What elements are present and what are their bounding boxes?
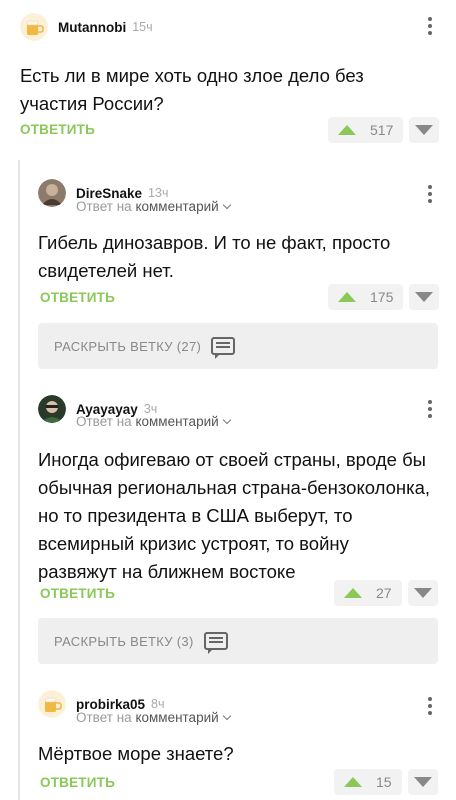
- downvote-button[interactable]: [407, 580, 438, 606]
- arrow-down-icon: [415, 292, 434, 302]
- comment-text-line: всемирный кризис устроят, то войну: [38, 533, 349, 554]
- downvote-button[interactable]: [409, 284, 440, 310]
- vote-count: 27: [376, 585, 392, 601]
- expand-thread-label: РАСКРЫТЬ ВЕТКУ (27): [54, 338, 202, 354]
- vote-widget: 27: [334, 580, 438, 606]
- vote-widget: 15: [334, 769, 438, 795]
- reply-to-target[interactable]: комментарий: [135, 414, 218, 429]
- vote-count: 15: [376, 774, 392, 790]
- comment-text-line: но то президента в США выберут, то: [38, 505, 353, 526]
- comment-text-line: участия России?: [20, 93, 164, 114]
- comment-header: Mutannobi 15ч: [20, 13, 153, 41]
- username[interactable]: Mutannobi: [58, 20, 126, 35]
- reply-button[interactable]: ОТВЕТИТЬ: [40, 290, 115, 305]
- more-options-icon[interactable]: [420, 397, 440, 421]
- upvote-button[interactable]: 15: [334, 769, 402, 795]
- user-photo-icon[interactable]: [38, 179, 66, 207]
- comment-text-line: обычная региональная страна-бензоколонка…: [38, 477, 431, 498]
- reply-button[interactable]: ОТВЕТИТЬ: [40, 775, 115, 790]
- user-photo-icon[interactable]: [38, 395, 66, 423]
- expand-thread-button[interactable]: РАСКРЫТЬ ВЕТКУ (3): [38, 618, 438, 664]
- reply-to-info[interactable]: Ответ на комментарий: [76, 414, 231, 429]
- vote-widget: 175: [328, 284, 440, 310]
- vote-count: 175: [370, 289, 394, 305]
- upvote-button[interactable]: 517: [328, 117, 404, 143]
- vote-widget: 517: [328, 117, 440, 143]
- upvote-button[interactable]: 175: [328, 284, 404, 310]
- more-options-icon[interactable]: [420, 14, 440, 38]
- comment-text-line: свидетелей нет.: [38, 260, 174, 281]
- beer-mug-icon[interactable]: [38, 690, 66, 718]
- vote-count: 517: [370, 122, 394, 138]
- reply-to-target[interactable]: комментарий: [135, 710, 218, 725]
- comment-text: Есть ли в мире хоть одно злое дело без у…: [20, 62, 440, 118]
- upvote-button[interactable]: 27: [334, 580, 402, 606]
- comment-text: Иногда офигеваю от своей страны, вроде б…: [38, 446, 448, 586]
- timestamp: 8ч: [151, 697, 165, 711]
- comment-text: Гибель динозавров. И то не факт, просто …: [38, 229, 448, 285]
- downvote-button[interactable]: [409, 117, 440, 143]
- comment-bubble-icon: [203, 632, 228, 654]
- arrow-down-icon: [413, 588, 432, 598]
- reply-to-prefix: Ответ на: [76, 710, 132, 725]
- more-options-icon[interactable]: [420, 694, 440, 718]
- reply-button[interactable]: ОТВЕТИТЬ: [40, 586, 115, 601]
- arrow-down-icon: [413, 777, 432, 787]
- comment-text-line: Гибель динозавров. И то не факт, просто: [38, 232, 391, 253]
- comment-text-line: Мёртвое море знаете?: [38, 743, 234, 764]
- comment-text-line: Иногда офигеваю от своей страны, вроде б…: [38, 449, 426, 470]
- downvote-button[interactable]: [407, 769, 438, 795]
- reply-to-target[interactable]: комментарий: [135, 199, 218, 214]
- chevron-down-icon: [222, 200, 231, 210]
- arrow-down-icon: [415, 125, 434, 135]
- reply-button[interactable]: ОТВЕТИТЬ: [20, 122, 95, 137]
- arrow-up-icon: [338, 292, 356, 302]
- thread-line: [18, 160, 20, 800]
- beer-mug-icon[interactable]: [20, 13, 48, 41]
- reply-to-prefix: Ответ на: [76, 199, 132, 214]
- reply-to-prefix: Ответ на: [76, 414, 132, 429]
- timestamp: 13ч: [148, 186, 169, 200]
- expand-thread-button[interactable]: РАСКРЫТЬ ВЕТКУ (27): [38, 323, 438, 369]
- comment-bubble-icon: [211, 337, 236, 359]
- arrow-up-icon: [344, 588, 362, 598]
- timestamp: 15ч: [132, 20, 153, 34]
- more-options-icon[interactable]: [420, 182, 440, 206]
- arrow-up-icon: [344, 777, 362, 787]
- expand-thread-label: РАСКРЫТЬ ВЕТКУ (3): [54, 633, 194, 649]
- reply-to-info[interactable]: Ответ на комментарий: [76, 199, 231, 214]
- chevron-down-icon: [222, 711, 231, 721]
- comment-text: Мёртвое море знаете?: [38, 740, 448, 768]
- reply-to-info[interactable]: Ответ на комментарий: [76, 710, 231, 725]
- arrow-up-icon: [338, 125, 356, 135]
- comment-text-line: Есть ли в мире хоть одно злое дело без: [20, 65, 364, 86]
- chevron-down-icon: [222, 415, 231, 425]
